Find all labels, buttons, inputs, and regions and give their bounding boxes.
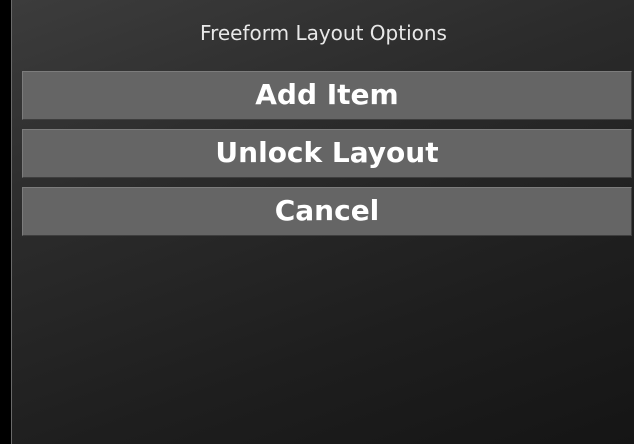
dialog-title: Freeform Layout Options — [200, 21, 447, 45]
freeform-layout-options-dialog: Freeform Layout Options Add Item Unlock … — [11, 0, 634, 444]
add-item-button[interactable]: Add Item — [22, 71, 632, 120]
cancel-button[interactable]: Cancel — [22, 187, 632, 236]
unlock-layout-button[interactable]: Unlock Layout — [22, 129, 632, 178]
options-menu: Add Item Unlock Layout Cancel — [22, 71, 632, 245]
